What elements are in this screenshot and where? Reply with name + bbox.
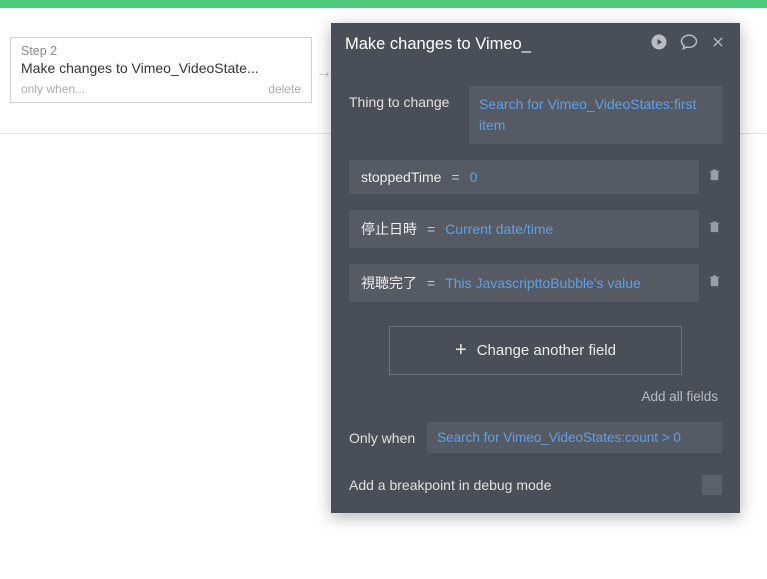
only-when-label: Only when [349,430,415,446]
only-when-expression[interactable]: Search for Vimeo_VideoStates:count > 0 [427,422,722,453]
action-property-panel: Make changes to Vimeo_ Thing to change S… [331,23,740,513]
close-icon[interactable] [710,34,726,55]
field-value: Current date/time [445,221,553,237]
field-row: 視聴完了 = This JavascripttoBubble's value [349,264,722,302]
change-another-field-label: Change another field [477,342,616,359]
change-another-field-button[interactable]: + Change another field [389,326,682,375]
trash-icon[interactable] [707,273,722,293]
breakpoint-row: Add a breakpoint in debug mode [349,475,722,495]
plus-icon: + [455,339,467,362]
equals-sign: = [427,221,435,237]
add-all-fields-link[interactable]: Add all fields [349,389,718,404]
field-expression[interactable]: stoppedTime = 0 [349,160,699,194]
breakpoint-checkbox[interactable] [702,475,722,495]
workflow-step-card[interactable]: Step 2 Make changes to Vimeo_VideoState.… [10,37,312,103]
field-expression[interactable]: 停止日時 = Current date/time [349,210,699,248]
field-row: 停止日時 = Current date/time [349,210,722,248]
field-value: 0 [470,169,478,185]
equals-sign: = [427,275,435,291]
thing-to-change-row: Thing to change Search for Vimeo_VideoSt… [349,86,722,144]
top-accent-bar [0,0,767,8]
flow-arrow-icon: → [316,64,332,82]
field-expression[interactable]: 視聴完了 = This JavascripttoBubble's value [349,264,699,302]
field-value: This JavascripttoBubble's value [445,275,641,291]
thing-to-change-value[interactable]: Search for Vimeo_VideoStates:first item [469,86,722,144]
play-icon[interactable] [650,33,668,56]
panel-title: Make changes to Vimeo_ [345,35,650,54]
field-name: 停止日時 [361,219,417,239]
step-delete-link[interactable]: delete [268,82,301,96]
thing-to-change-label: Thing to change [349,86,469,110]
trash-icon[interactable] [707,219,722,239]
trash-icon[interactable] [707,167,722,187]
equals-sign: = [451,169,459,185]
breakpoint-label: Add a breakpoint in debug mode [349,477,551,493]
field-name: 視聴完了 [361,273,417,293]
comment-icon[interactable] [680,33,698,56]
panel-header: Make changes to Vimeo_ [331,23,740,66]
field-name: stoppedTime [361,169,441,185]
step-onlywhen-hint[interactable]: only when... [21,82,85,96]
step-title: Make changes to Vimeo_VideoState... [11,60,311,80]
workflow-canvas: Step 2 Make changes to Vimeo_VideoState.… [0,8,767,579]
step-number-label: Step 2 [11,38,311,60]
only-when-row: Only when Search for Vimeo_VideoStates:c… [349,422,722,453]
field-row: stoppedTime = 0 [349,160,722,194]
